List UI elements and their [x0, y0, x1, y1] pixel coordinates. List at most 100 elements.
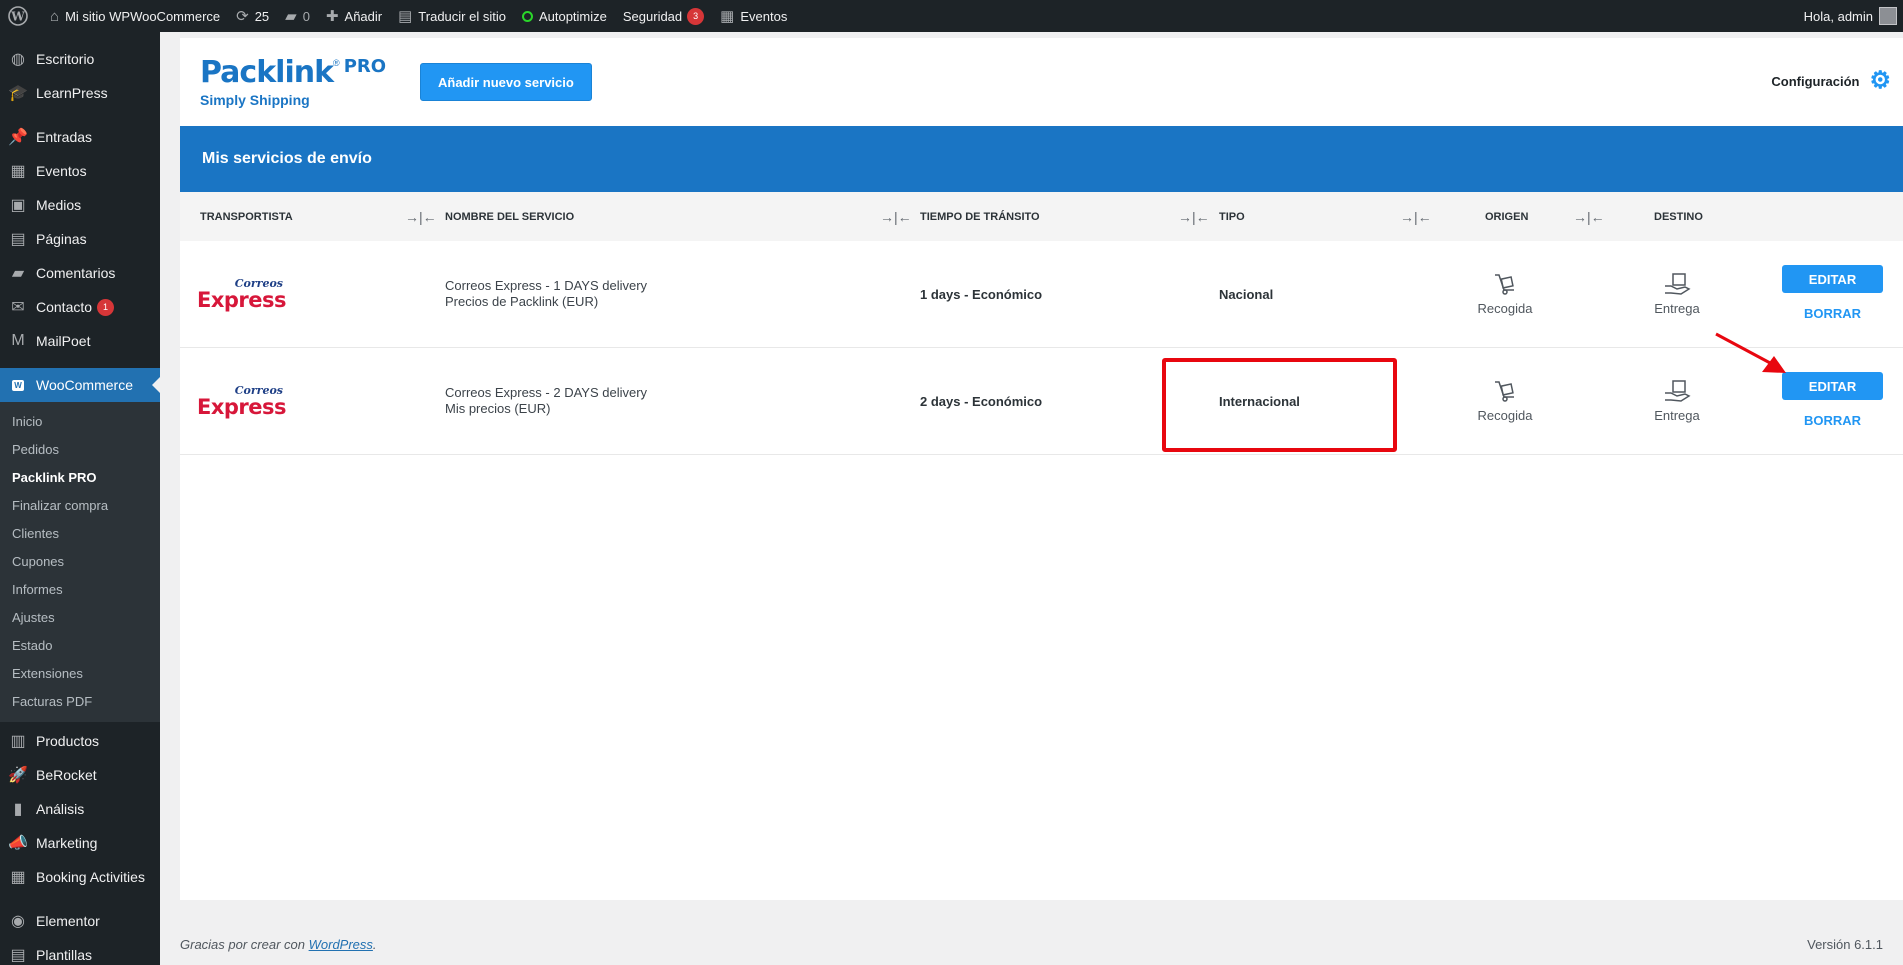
packlink-panel: Packlink ® PRO Simply Shipping Añadir nu…: [180, 38, 1903, 900]
sidebar-item-contacto[interactable]: ✉ Contacto 1: [0, 290, 160, 324]
sidebar-item-label: WooCommerce: [36, 377, 133, 393]
megaphone-icon: 📣: [8, 835, 28, 852]
add-new-service-button[interactable]: Añadir nuevo servicio: [420, 63, 592, 101]
pages-icon: ▤: [10, 231, 26, 248]
woocommerce-submenu: Inicio Pedidos Packlink PRO Finalizar compr…: [0, 402, 160, 722]
sidebar-item-marketing[interactable]: 📣 Marketing: [0, 826, 160, 860]
chart-icon: ▮: [13, 801, 23, 818]
autoptimize-menu[interactable]: Autoptimize: [514, 0, 615, 32]
wordpress-icon: W: [8, 6, 28, 26]
submenu-item-extensiones[interactable]: Extensiones: [0, 660, 160, 688]
submenu-item-cupones[interactable]: Cupones: [0, 548, 160, 576]
footer-thanks-text: Gracias por crear con: [180, 937, 309, 952]
wordpress-logo-menu[interactable]: W: [0, 0, 42, 32]
sidebar-item-label: MailPoet: [36, 333, 91, 349]
site-name-link[interactable]: ⌂ Mi sitio WPWooCommerce: [42, 0, 228, 32]
sidebar-item-elementor[interactable]: ◉ Elementor: [0, 904, 160, 938]
translate-site-link[interactable]: ▤ Traducir el sitio: [390, 0, 514, 32]
actions-cell: EDITAR BORRAR: [1782, 348, 1883, 454]
delete-button[interactable]: BORRAR: [1782, 303, 1883, 323]
rocket-icon: 🚀: [8, 767, 28, 784]
admin-sidebar: ◍ Escritorio 🎓 LearnPress 📌 Entradas ▦ Eventos…: [0, 32, 160, 965]
service-name-cell: Correos Express - 2 DAYS delivery Mis pr…: [445, 348, 647, 454]
updates-link[interactable]: ⟳ 25: [228, 0, 277, 32]
column-resize-icon[interactable]: →|←: [1178, 209, 1210, 225]
submenu-item-ajustes[interactable]: Ajustes: [0, 604, 160, 632]
column-resize-icon[interactable]: →|←: [1573, 209, 1605, 225]
comment-icon: ▰: [11, 265, 25, 282]
sidebar-item-label: Contacto: [36, 299, 93, 315]
sidebar-item-woocommerce[interactable]: W WooCommerce: [0, 368, 160, 402]
wordpress-link[interactable]: WordPress: [309, 937, 373, 952]
column-header-service: NOMBRE DEL SERVICIO: [445, 210, 575, 223]
sidebar-item-berocket[interactable]: 🚀 BeRocket: [0, 758, 160, 792]
sidebar-item-análisis[interactable]: ▮ Análisis: [0, 792, 160, 826]
avatar: [1879, 7, 1897, 25]
events-label: Eventos: [740, 8, 788, 24]
notification-count-badge: 1: [97, 298, 115, 316]
transit-time: 1 days - Económico: [920, 286, 1043, 302]
sidebar-item-label: Entradas: [36, 129, 93, 145]
elementor-icon: ◉: [11, 913, 25, 930]
column-resize-icon[interactable]: →|←: [880, 209, 912, 225]
pin-icon: 📌: [8, 129, 28, 146]
comment-icon: ▰: [285, 8, 297, 25]
submenu-item-informes[interactable]: Informes: [0, 576, 160, 604]
edit-button[interactable]: EDITAR: [1782, 265, 1883, 293]
table-row: Correos Express Correos Express - 1 DAYS…: [180, 241, 1903, 348]
sidebar-item-plantillas[interactable]: ▤ Plantillas: [0, 938, 160, 965]
submenu-item-pedidos[interactable]: Pedidos: [0, 436, 160, 464]
comments-link[interactable]: ▰ 0: [277, 0, 318, 32]
security-menu[interactable]: Seguridad 3: [615, 0, 712, 32]
service-type: Nacional: [1219, 286, 1274, 302]
delete-button[interactable]: BORRAR: [1782, 410, 1883, 430]
sidebar-item-label: Productos: [36, 733, 100, 749]
sidebar-item-comentarios[interactable]: ▰ Comentarios: [0, 256, 160, 290]
account-menu[interactable]: Hola, admin: [1796, 0, 1903, 32]
destination-label: Entrega: [1654, 408, 1700, 423]
sidebar-item-label: Escritorio: [36, 51, 95, 67]
destination-cell: Entrega: [1642, 241, 1712, 347]
dashboard-icon: ◍: [11, 51, 25, 68]
sidebar-item-learnpress[interactable]: 🎓 LearnPress: [0, 76, 160, 110]
footer-thanks: Gracias por crear con WordPress.: [180, 937, 377, 952]
submenu-item-clientes[interactable]: Clientes: [0, 520, 160, 548]
submenu-item-finalizar-compra[interactable]: Finalizar compra: [0, 492, 160, 520]
carrier-logo: Correos Express: [197, 348, 287, 454]
carrier-logo: Correos Express: [197, 241, 287, 347]
sidebar-item-eventos[interactable]: ▦ Eventos: [0, 154, 160, 188]
sidebar-item-medios[interactable]: ▣ Medios: [0, 188, 160, 222]
pickup-hand-truck-icon: [1492, 272, 1518, 301]
submenu-item-packlink-pro[interactable]: Packlink PRO: [0, 464, 160, 492]
submenu-item-estado[interactable]: Estado: [0, 632, 160, 660]
events-menu[interactable]: ▦ Eventos: [712, 0, 795, 32]
sidebar-item-productos[interactable]: ▥ Productos: [0, 724, 160, 758]
sidebar-item-mailpoet[interactable]: M MailPoet: [0, 324, 160, 358]
sidebar-item-label: Marketing: [36, 835, 98, 851]
add-new-menu[interactable]: ✚ Añadir: [318, 0, 390, 32]
actions-cell: EDITAR BORRAR: [1782, 241, 1883, 347]
column-resize-icon[interactable]: →|←: [1400, 209, 1432, 225]
sidebar-item-label: LearnPress: [36, 85, 108, 101]
configuration-label: Configuración: [1771, 73, 1860, 89]
sidebar-item-label: Análisis: [36, 801, 85, 817]
edit-button[interactable]: EDITAR: [1782, 372, 1883, 400]
destination-label: Entrega: [1654, 301, 1700, 316]
autoptimize-label: Autoptimize: [538, 8, 607, 24]
sidebar-item-label: Medios: [36, 197, 82, 213]
column-resize-icon[interactable]: →|←: [405, 209, 437, 225]
submenu-item-facturas-pdf[interactable]: Facturas PDF: [0, 688, 160, 716]
footer-version: Versión 6.1.1: [1807, 937, 1883, 952]
service-name: Correos Express - 1 DAYS delivery: [445, 278, 648, 293]
sidebar-item-escritorio[interactable]: ◍ Escritorio: [0, 42, 160, 76]
sidebar-item-booking-activities[interactable]: ▦ Booking Activities: [0, 860, 160, 894]
submenu-item-inicio[interactable]: Inicio: [0, 408, 160, 436]
highlight-annotation-box: [1162, 358, 1397, 452]
delivery-hand-box-icon: [1663, 272, 1691, 301]
section-title: Mis servicios de envío: [202, 150, 372, 167]
svg-text:W: W: [10, 10, 25, 24]
configuration-link[interactable]: Configuración ⚙: [1771, 69, 1891, 93]
column-header-carrier: TRANSPORTISTA: [200, 210, 293, 223]
sidebar-item-páginas[interactable]: ▤ Páginas: [0, 222, 160, 256]
sidebar-item-entradas[interactable]: 📌 Entradas: [0, 120, 160, 154]
